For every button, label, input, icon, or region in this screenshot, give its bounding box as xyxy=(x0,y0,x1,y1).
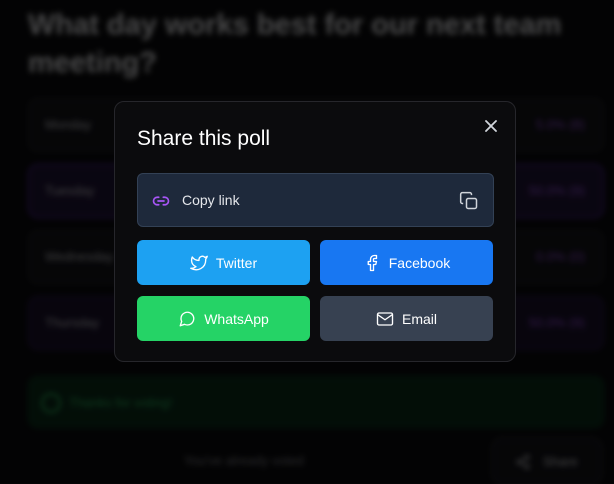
twitter-label: Twitter xyxy=(215,254,258,271)
email-share-button[interactable]: Email xyxy=(320,296,493,341)
share-modal: Share this poll Copy link Twitter Facebo… xyxy=(114,101,516,362)
whatsapp-icon xyxy=(179,311,195,326)
modal-title: Share this poll xyxy=(137,127,271,150)
email-label: Email xyxy=(401,310,437,327)
twitter-share-button[interactable]: Twitter xyxy=(137,240,310,285)
copy-link-label: Copy link xyxy=(182,192,240,208)
twitter-icon xyxy=(189,255,208,270)
whatsapp-label: WhatsApp xyxy=(204,310,269,327)
mail-icon xyxy=(376,311,394,326)
copy-icon[interactable] xyxy=(459,191,479,211)
copy-link-button[interactable]: Copy link xyxy=(137,173,494,227)
close-button[interactable] xyxy=(481,116,501,136)
whatsapp-share-button[interactable]: WhatsApp xyxy=(137,296,310,341)
facebook-share-button[interactable]: Facebook xyxy=(320,240,493,285)
link-icon xyxy=(152,196,170,206)
facebook-icon xyxy=(367,254,377,271)
facebook-label: Facebook xyxy=(388,254,451,271)
close-icon xyxy=(485,120,497,132)
